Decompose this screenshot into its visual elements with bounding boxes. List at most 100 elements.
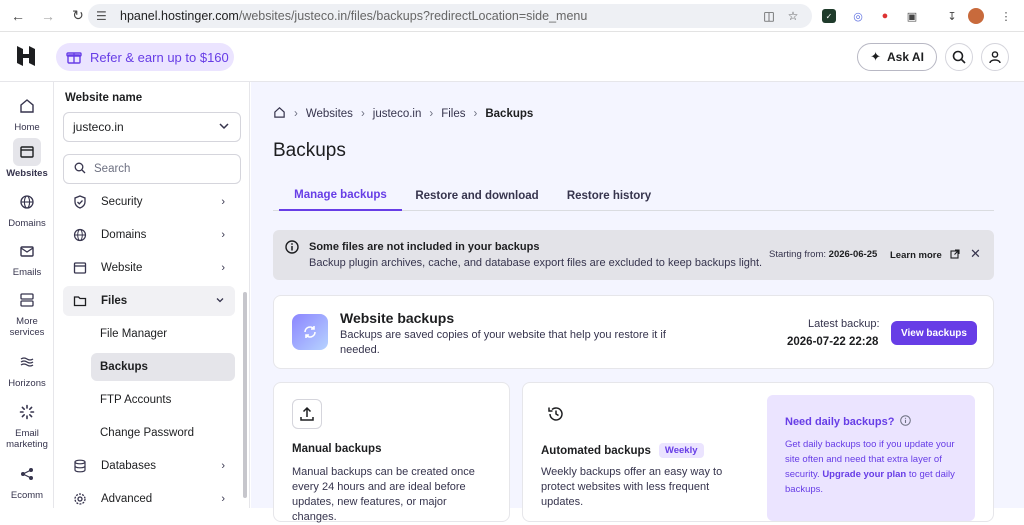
- alert-start-date: Starting from: 2026-06-25: [769, 249, 877, 260]
- ask-ai-button[interactable]: ✦ Ask AI: [857, 43, 937, 71]
- back-icon[interactable]: ←: [6, 4, 30, 28]
- breadcrumb-site[interactable]: justeco.in: [373, 108, 422, 120]
- sidebar-item-label: Website: [101, 262, 143, 274]
- learn-more-link[interactable]: Learn more: [890, 249, 960, 262]
- tab-restore-download[interactable]: Restore and download: [409, 180, 545, 211]
- upgrade-plan-link[interactable]: Upgrade your plan: [822, 469, 906, 480]
- breadcrumb-current: Backups: [485, 108, 534, 120]
- rail-label: services: [9, 327, 45, 338]
- automated-title-text: Automated backups: [541, 444, 651, 457]
- sidebar-subitem-change-password[interactable]: Change Password: [91, 419, 235, 447]
- bookmark-star-icon[interactable]: ☆: [784, 7, 802, 25]
- sidebar-item-domains[interactable]: Domains ›: [63, 220, 235, 250]
- rail-label: Ecomm: [10, 490, 44, 501]
- ask-ai-label: Ask AI: [887, 50, 924, 64]
- sidebar-item-files[interactable]: Files: [63, 286, 235, 316]
- refer-label: Refer & earn up to $160: [90, 49, 229, 65]
- subitem-label: FTP Accounts: [100, 394, 172, 406]
- chevron-right-icon: ›: [221, 460, 225, 472]
- address-bar[interactable]: ☰ hpanel.hostinger.com/websites/justeco.…: [88, 4, 812, 28]
- automated-backups-description: Weekly backups offer an easy way to prot…: [541, 466, 723, 508]
- search-button[interactable]: [945, 43, 973, 71]
- subitem-label: Change Password: [100, 427, 194, 439]
- server-icon: [13, 286, 41, 314]
- rail-label: Domains: [8, 218, 46, 229]
- promo-title: Need daily backups?: [785, 415, 912, 429]
- sidebar-scrollbar[interactable]: [243, 292, 247, 498]
- profile-avatar[interactable]: [968, 8, 984, 24]
- extension-icon[interactable]: ●: [875, 6, 895, 26]
- rail-item-ecomm[interactable]: Ecomm: [0, 460, 54, 501]
- latest-backup-value: 2026-07-22 22:28: [787, 336, 879, 348]
- gift-icon: [66, 48, 84, 66]
- refer-earn-button[interactable]: Refer & earn up to $160: [56, 43, 234, 71]
- sidebar-item-label: Security: [101, 196, 143, 208]
- rail-item-emails[interactable]: Emails: [0, 237, 54, 278]
- extensions-puzzle-icon[interactable]: ▣: [902, 6, 922, 26]
- promo-description: Get daily backups too if you update your…: [785, 437, 963, 497]
- rail-item-home[interactable]: Home: [0, 92, 54, 133]
- backup-tabs: Manage backups Restore and download Rest…: [273, 180, 994, 211]
- subitem-label: File Manager: [100, 328, 168, 340]
- chevron-right-icon: ›: [221, 229, 225, 241]
- frequency-badge: Weekly: [658, 443, 704, 458]
- sidebar-subitem-backups[interactable]: Backups: [91, 353, 235, 381]
- tab-manage-backups[interactable]: Manage backups: [279, 180, 402, 211]
- website-backups-card: Website backups Backups are saved copies…: [273, 295, 994, 369]
- breadcrumb-websites[interactable]: Websites: [306, 108, 353, 120]
- home-icon[interactable]: [273, 106, 286, 122]
- chevron-down-icon: [218, 120, 230, 135]
- sidebar-search-input[interactable]: Search: [63, 154, 241, 184]
- sidebar-item-label: Files: [101, 295, 128, 307]
- extension-icon[interactable]: ◎: [848, 6, 868, 26]
- website-select[interactable]: justeco.in: [63, 112, 241, 142]
- learn-more-label: Learn more: [890, 250, 942, 261]
- breadcrumb-files[interactable]: Files: [441, 108, 465, 120]
- sparkle-icon: ✦: [870, 49, 881, 64]
- site-settings-icon[interactable]: ☰: [96, 9, 114, 23]
- forward-icon[interactable]: →: [36, 4, 60, 28]
- website-backups-title: Website backups: [340, 310, 455, 326]
- rail-item-more-services[interactable]: More services: [0, 286, 54, 338]
- subitem-label: Backups: [100, 361, 148, 373]
- marketing-icon: [13, 398, 41, 426]
- start-label: Starting from:: [769, 249, 827, 260]
- view-backups-button[interactable]: View backups: [891, 321, 977, 345]
- websites-icon: [13, 138, 41, 166]
- download-icon[interactable]: ↧: [942, 6, 962, 26]
- sidebar-item-advanced[interactable]: Advanced ›: [63, 484, 235, 514]
- history-icon: [541, 399, 571, 429]
- extension-icon[interactable]: ✓: [822, 9, 836, 23]
- help-icon[interactable]: [900, 415, 912, 429]
- cast-icon[interactable]: ◫: [760, 7, 778, 25]
- close-icon[interactable]: ✕: [970, 246, 981, 262]
- sidebar-item-databases[interactable]: Databases ›: [63, 451, 235, 481]
- mail-icon: [13, 237, 41, 265]
- horizons-icon: [13, 348, 41, 376]
- reload-icon[interactable]: ↻: [66, 4, 90, 28]
- rail-item-websites[interactable]: Websites: [0, 138, 54, 179]
- sidebar-item-website[interactable]: Website ›: [63, 253, 235, 283]
- menu-dots-icon[interactable]: ⋮: [996, 6, 1016, 26]
- rail-item-horizons[interactable]: Horizons: [0, 348, 54, 389]
- hostinger-logo[interactable]: [14, 44, 38, 68]
- chevron-right-icon: ›: [221, 493, 225, 505]
- tab-restore-history[interactable]: Restore history: [559, 180, 659, 211]
- upload-icon: [292, 399, 322, 429]
- rail-item-email-marketing[interactable]: Email marketing: [0, 398, 54, 450]
- home-icon: [13, 92, 41, 120]
- website-name-label: Website name: [65, 92, 143, 104]
- share-icon: [13, 460, 41, 488]
- search-icon: [74, 162, 86, 177]
- sidebar-subitem-file-manager[interactable]: File Manager: [91, 320, 235, 348]
- sidebar-subitem-ftp-accounts[interactable]: FTP Accounts: [91, 386, 235, 414]
- page-title: Backups: [273, 140, 346, 161]
- account-button[interactable]: [981, 43, 1009, 71]
- sidebar-item-security[interactable]: Security ›: [63, 187, 235, 217]
- chevron-right-icon: ›: [221, 262, 225, 274]
- browser-icon: [63, 261, 89, 275]
- alert-description: Backup plugin archives, cache, and datab…: [309, 257, 763, 269]
- globe-icon: [13, 188, 41, 216]
- website-backups-description: Backups are saved copies of your website…: [340, 329, 666, 356]
- rail-item-domains[interactable]: Domains: [0, 188, 54, 229]
